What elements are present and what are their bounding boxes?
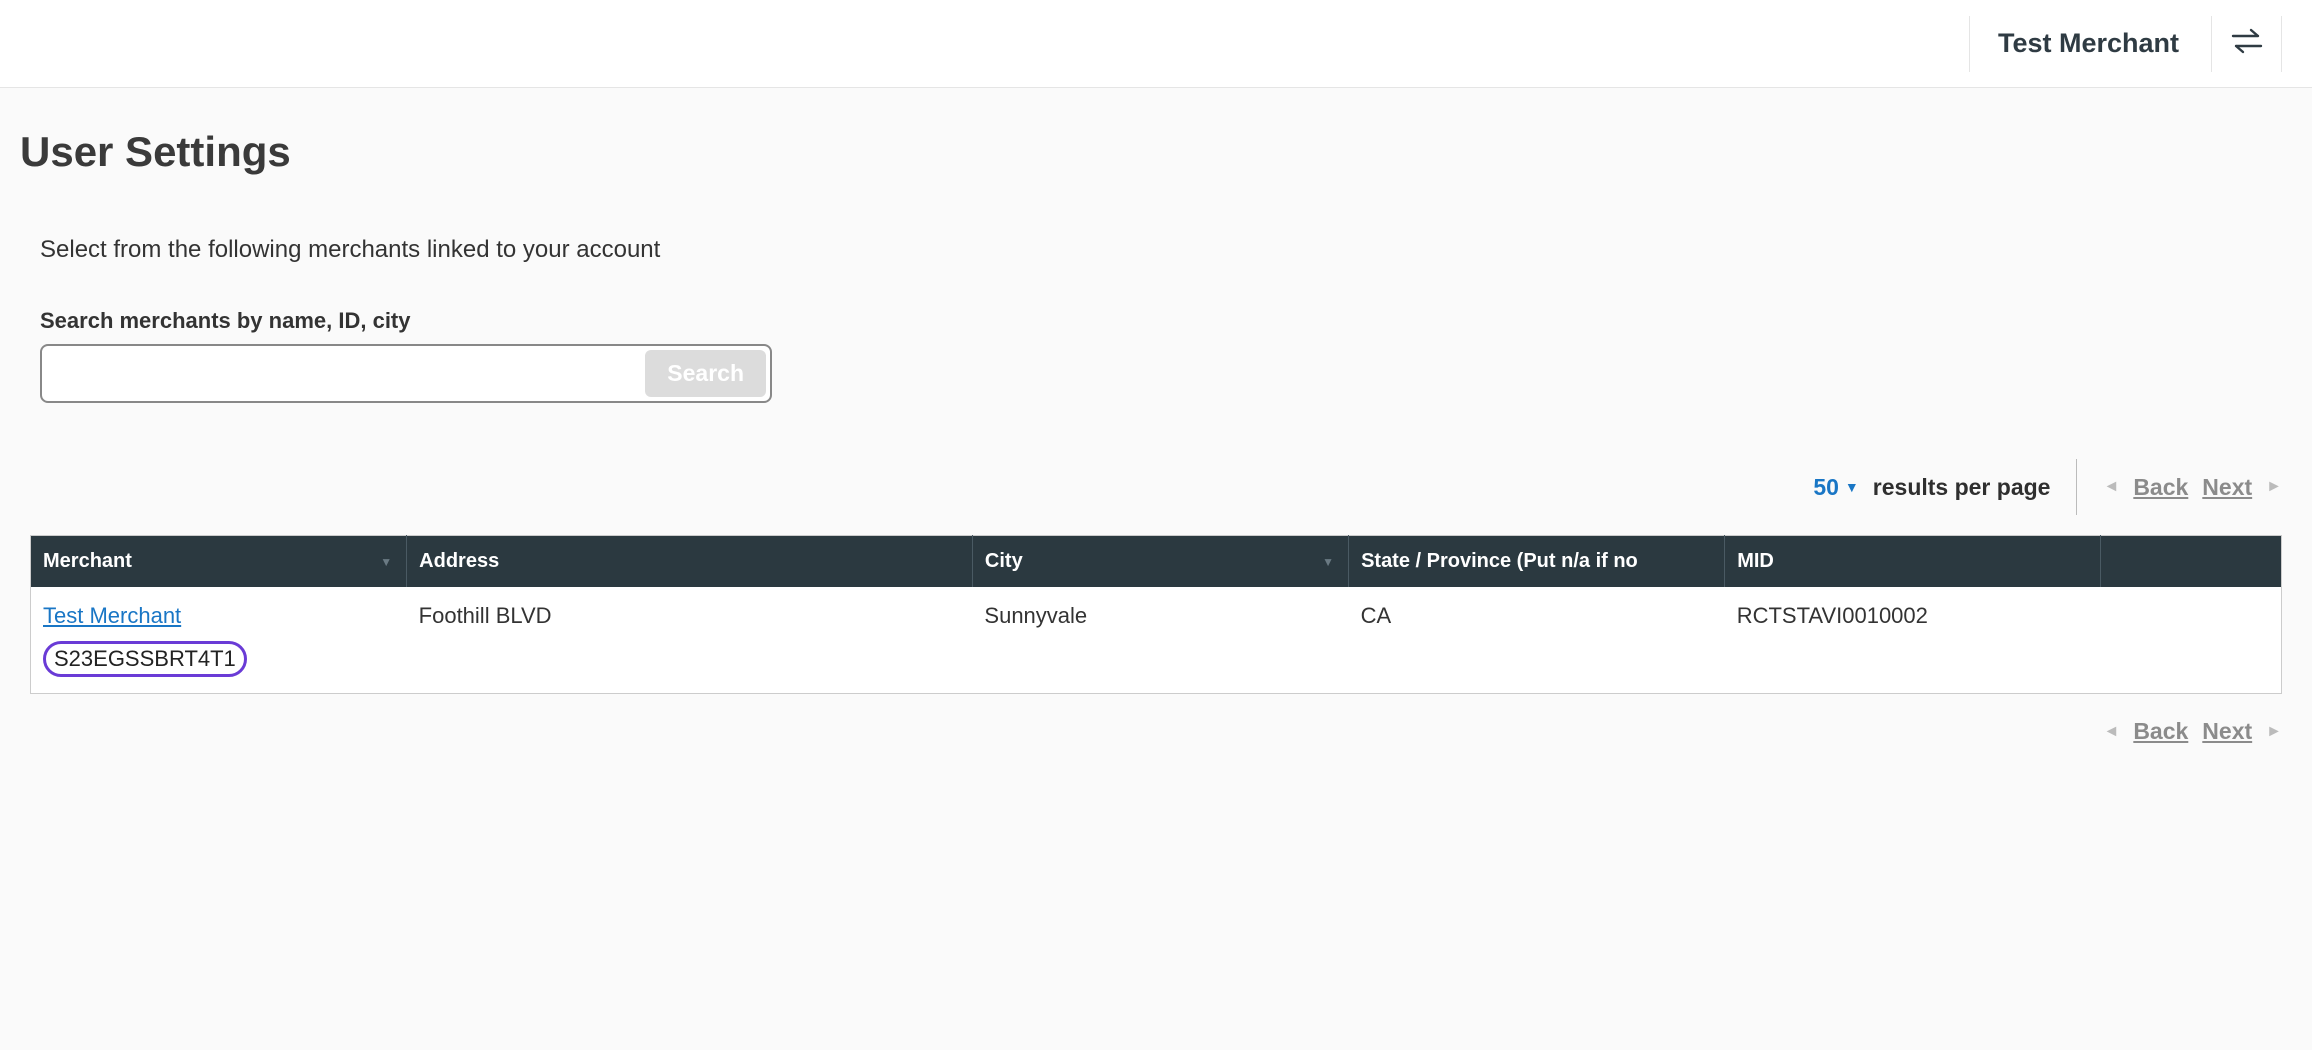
merchant-link[interactable]: Test Merchant [43, 603, 181, 629]
top-header: Test Merchant [0, 0, 2312, 88]
header-merchant-name: Test Merchant [1969, 16, 2212, 72]
merchant-id-badge: S23EGSSBRT4T1 [43, 641, 247, 677]
swap-icon [2230, 27, 2264, 60]
col-address[interactable]: Address [407, 536, 973, 588]
cell-address: Foothill BLVD [407, 587, 973, 694]
col-state-label: State / Province (Put n/a if no [1361, 550, 1638, 572]
col-merchant[interactable]: Merchant ▼ [31, 536, 407, 588]
page-instruction: Select from the following merchants link… [40, 236, 2292, 264]
col-mid[interactable]: MID [1725, 536, 2101, 588]
pager-back-link[interactable]: Back [2133, 474, 2188, 501]
chevron-down-icon: ▼ [1845, 479, 1859, 495]
pager-back-arrow-icon: ◄ [2103, 478, 2119, 496]
col-state[interactable]: State / Province (Put n/a if no [1349, 536, 1725, 588]
swap-merchant-button[interactable] [2212, 16, 2282, 72]
table-row: Test Merchant S23EGSSBRT4T1 Foothill BLV… [31, 587, 2282, 694]
pager-next-link[interactable]: Next [2202, 474, 2252, 501]
page-size-select[interactable]: 50 ▼ [1813, 474, 1858, 501]
col-city[interactable]: City ▼ [972, 536, 1348, 588]
pager-next-link[interactable]: Next [2202, 718, 2252, 745]
cell-mid: RCTSTAVI0010002 [1725, 587, 2101, 694]
search-button[interactable]: Search [645, 350, 766, 397]
page-body: User Settings Select from the following … [0, 88, 2312, 765]
pager-bottom: ◄ Back Next ► [20, 718, 2282, 745]
cell-merchant: Test Merchant S23EGSSBRT4T1 [31, 587, 407, 694]
pager-next-arrow-icon: ► [2266, 723, 2282, 741]
page-size-value: 50 [1813, 474, 1839, 501]
pager-back-arrow-icon: ◄ [2103, 723, 2119, 741]
table-header-row: Merchant ▼ Address City ▼ State / Provin… [31, 536, 2282, 588]
col-merchant-label: Merchant [43, 550, 132, 572]
pager-top: 50 ▼ results per page ◄ Back Next ► [20, 459, 2282, 515]
col-city-label: City [985, 550, 1023, 572]
cell-actions [2101, 587, 2282, 694]
pager-separator [2076, 459, 2077, 515]
sort-caret-icon: ▼ [1322, 555, 1334, 569]
page-title: User Settings [20, 128, 2292, 176]
pager-back-link[interactable]: Back [2133, 718, 2188, 745]
col-address-label: Address [419, 550, 499, 572]
col-mid-label: MID [1737, 550, 1774, 572]
search-row: Search [40, 344, 772, 403]
search-label: Search merchants by name, ID, city [40, 308, 2292, 334]
sort-caret-icon: ▼ [380, 555, 392, 569]
merchants-table: Merchant ▼ Address City ▼ State / Provin… [30, 535, 2282, 694]
col-actions [2101, 536, 2282, 588]
pager-next-arrow-icon: ► [2266, 478, 2282, 496]
cell-state: CA [1349, 587, 1725, 694]
search-input[interactable] [46, 351, 645, 397]
cell-city: Sunnyvale [972, 587, 1348, 694]
results-per-page-label: results per page [1873, 474, 2051, 501]
